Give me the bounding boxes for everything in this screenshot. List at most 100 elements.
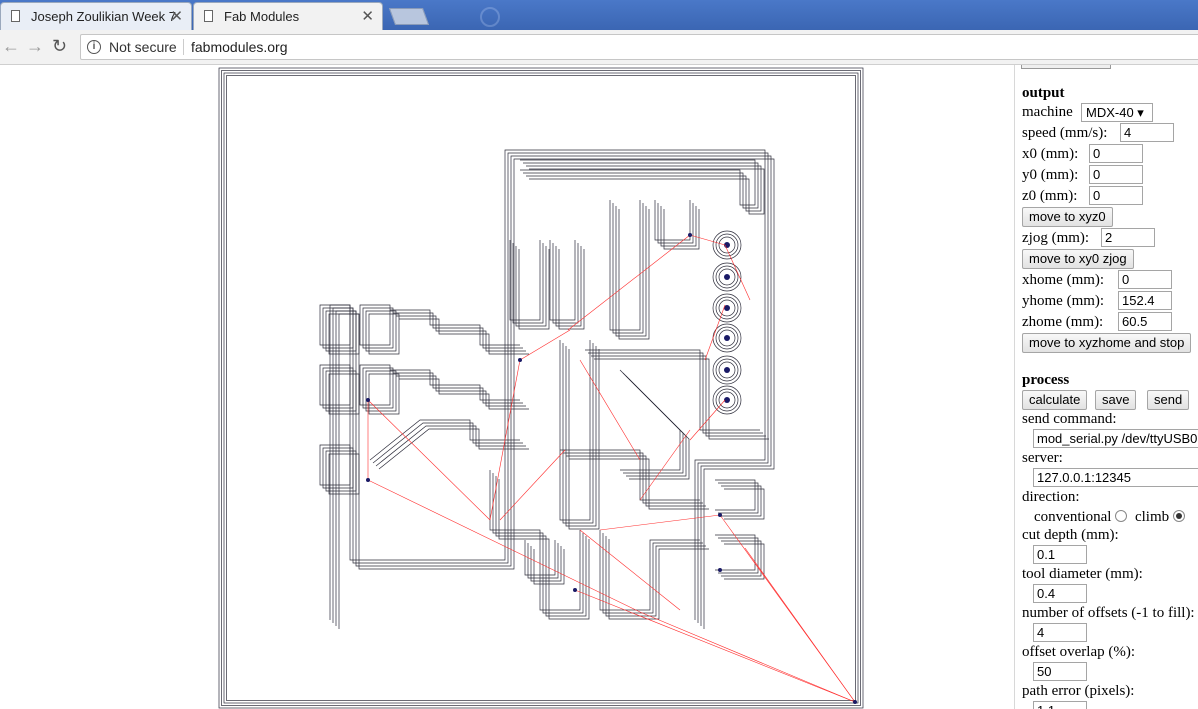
url-separator bbox=[183, 39, 184, 55]
trace bbox=[489, 470, 581, 611]
node-marker bbox=[573, 588, 577, 592]
tab-fab-modules[interactable]: Fab Modules ✕ bbox=[193, 2, 383, 30]
rapid-move bbox=[574, 589, 856, 703]
trace bbox=[654, 200, 691, 241]
cut-depth-input[interactable]: 0.1 bbox=[1033, 545, 1087, 564]
trace bbox=[562, 343, 594, 524]
move-to-xyz0-button[interactable]: move to xyz0 bbox=[1022, 207, 1113, 227]
trace bbox=[560, 449, 700, 501]
tab-title: Joseph Zoulikian Week 7 bbox=[31, 9, 177, 24]
rapid-move bbox=[367, 399, 491, 521]
save-button[interactable]: save bbox=[1095, 390, 1137, 410]
z0-label: z0 (mm): bbox=[1022, 188, 1078, 204]
rapid-move bbox=[579, 359, 641, 461]
offset-overlap-input[interactable]: 50 bbox=[1033, 662, 1087, 681]
cut-depth-label: cut depth (mm): bbox=[1022, 527, 1119, 543]
reload-icon[interactable]: ↻ bbox=[52, 36, 67, 57]
send-button[interactable]: send bbox=[1147, 390, 1190, 410]
rapid-move bbox=[689, 399, 726, 441]
trace bbox=[492, 473, 584, 614]
rapid-move bbox=[639, 429, 691, 501]
node-marker bbox=[688, 233, 692, 237]
trace bbox=[618, 209, 650, 340]
forward-arrow-icon[interactable]: → bbox=[26, 36, 44, 57]
y0-input[interactable]: 0 bbox=[1089, 165, 1143, 184]
trace bbox=[625, 375, 687, 477]
node-marker bbox=[366, 478, 370, 482]
node-marker bbox=[518, 358, 522, 362]
trace bbox=[566, 455, 706, 507]
x0-input[interactable]: 0 bbox=[1089, 144, 1143, 163]
trace bbox=[563, 452, 703, 504]
close-tab-icon[interactable]: ✕ bbox=[361, 7, 374, 25]
z0-input[interactable]: 0 bbox=[1089, 186, 1143, 205]
security-status: Not secure bbox=[109, 39, 177, 55]
server-input[interactable]: 127.0.0.1:12345 bbox=[1033, 468, 1198, 487]
trace bbox=[555, 246, 582, 327]
trace bbox=[715, 479, 756, 511]
trace bbox=[393, 312, 523, 349]
trace bbox=[393, 372, 523, 404]
node-marker bbox=[366, 398, 370, 402]
address-bar[interactable]: i Not secure fabmodules.org bbox=[80, 34, 1198, 60]
trace bbox=[498, 479, 590, 620]
trace bbox=[599, 530, 700, 611]
conventional-radio[interactable] bbox=[1115, 510, 1128, 522]
trace bbox=[396, 375, 526, 407]
trace bbox=[605, 536, 706, 617]
rapid-move bbox=[599, 514, 721, 531]
move-to-xyzhome-button[interactable]: move to xyzhome and stop bbox=[1022, 333, 1192, 353]
trace bbox=[396, 315, 526, 352]
trace bbox=[559, 340, 591, 521]
xhome-input[interactable]: 0 bbox=[1118, 270, 1172, 289]
rapid-move bbox=[704, 304, 726, 361]
new-tab-button[interactable] bbox=[388, 8, 430, 25]
speed-input[interactable]: 4 bbox=[1120, 123, 1174, 142]
trace bbox=[518, 249, 550, 330]
back-arrow-icon[interactable]: ← bbox=[2, 36, 20, 57]
zhome-input[interactable]: 60.5 bbox=[1118, 312, 1172, 331]
yhome-label: yhome (mm): bbox=[1022, 293, 1105, 309]
climb-radio[interactable] bbox=[1172, 510, 1185, 522]
trace bbox=[591, 355, 766, 437]
server-label: server: bbox=[1022, 450, 1063, 466]
offsets-input[interactable]: 4 bbox=[1033, 623, 1087, 642]
clipped-button[interactable] bbox=[1021, 65, 1111, 69]
offset-overlap-label: offset overlap (%): bbox=[1022, 644, 1136, 660]
direction-label: direction: bbox=[1022, 489, 1080, 505]
tab-joseph-week7[interactable]: Joseph Zoulikian Week 7 ✕ bbox=[0, 2, 192, 30]
tool-diameter-input[interactable]: 0.4 bbox=[1033, 584, 1087, 603]
calculate-button[interactable]: calculate bbox=[1022, 390, 1088, 410]
pcb-toolpath-canvas bbox=[218, 67, 864, 709]
yhome-input[interactable]: 152.4 bbox=[1118, 291, 1172, 310]
machine-select[interactable]: MDX-40 ▾ bbox=[1081, 103, 1153, 122]
trace bbox=[390, 369, 520, 401]
trace bbox=[509, 240, 541, 321]
climb-label: climb bbox=[1134, 509, 1170, 525]
pad-center bbox=[724, 335, 730, 341]
toolpath-view[interactable] bbox=[0, 65, 1010, 709]
xhome-label: xhome (mm): bbox=[1022, 272, 1105, 288]
trace bbox=[565, 346, 597, 527]
trace bbox=[399, 378, 529, 410]
tool-diameter-label: tool diameter (mm): bbox=[1022, 566, 1143, 582]
zhome-label: zhome (mm): bbox=[1022, 314, 1104, 330]
settings-panel: output machine MDX-40 ▾ speed (mm/s): 4 … bbox=[1014, 65, 1198, 709]
board-outline bbox=[223, 72, 859, 704]
url-text[interactable]: fabmodules.org bbox=[191, 39, 288, 55]
trace bbox=[585, 349, 760, 431]
chrome-ghost-icon bbox=[480, 4, 600, 27]
send-command-input[interactable]: mod_serial.py /dev/ttyUSB0 bbox=[1033, 429, 1198, 448]
path-error-input[interactable]: 1.1 bbox=[1033, 701, 1087, 709]
direction-options: conventional climb bbox=[1034, 509, 1185, 526]
close-tab-icon[interactable]: ✕ bbox=[170, 7, 183, 25]
zjog-input[interactable]: 2 bbox=[1101, 228, 1155, 247]
move-to-xy0-zjog-button[interactable]: move to xy0 zjog bbox=[1022, 249, 1134, 269]
trace bbox=[568, 349, 600, 530]
path-error-label: path error (pixels): bbox=[1022, 683, 1135, 699]
trace bbox=[375, 425, 526, 467]
speed-label: speed (mm/s): bbox=[1022, 125, 1108, 141]
info-icon[interactable]: i bbox=[87, 40, 101, 54]
conventional-label: conventional bbox=[1034, 509, 1112, 525]
tab-title: Fab Modules bbox=[224, 9, 300, 24]
